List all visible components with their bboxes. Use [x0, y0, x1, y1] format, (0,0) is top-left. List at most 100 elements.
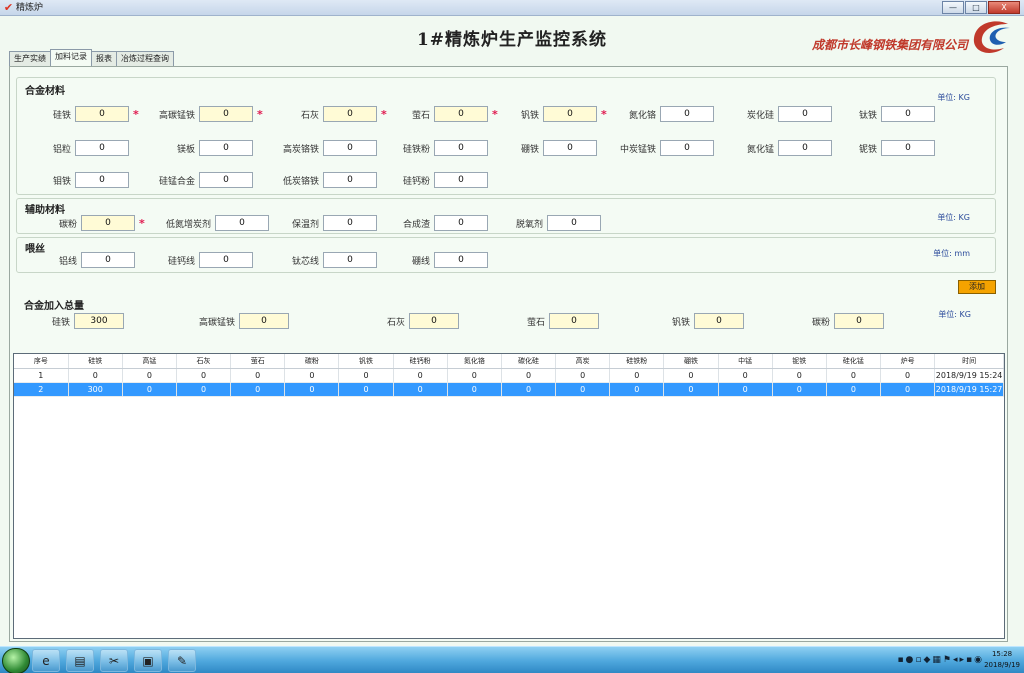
- field-label: 钒铁: [520, 110, 539, 121]
- field-label: 铝线: [58, 256, 77, 267]
- field-input[interactable]: 0: [434, 106, 488, 122]
- column-header[interactable]: 石灰: [176, 354, 232, 369]
- field-input[interactable]: 0: [199, 106, 253, 122]
- table-cell: 0: [284, 382, 340, 397]
- field-input[interactable]: 0: [323, 172, 377, 188]
- table-cell: 0: [393, 382, 448, 397]
- column-header[interactable]: 硅铁粉: [609, 354, 665, 369]
- field-label: 低氮增炭剂: [165, 219, 211, 230]
- field-input[interactable]: 0: [660, 140, 714, 156]
- field-4: 脱氧剂 0: [483, 215, 601, 231]
- clock[interactable]: 15:28 2018/9/19: [984, 649, 1020, 671]
- ie-icon[interactable]: e: [32, 649, 60, 672]
- field-input[interactable]: 0: [323, 140, 377, 156]
- field-input[interactable]: 0: [323, 252, 377, 268]
- folder-icon[interactable]: ▤: [66, 649, 94, 672]
- column-header[interactable]: 高锰: [122, 354, 177, 369]
- field-input[interactable]: 0: [75, 172, 129, 188]
- field-input[interactable]: 0: [434, 140, 488, 156]
- field-2: 保温剂 0: [259, 215, 377, 231]
- table-cell: 300: [68, 382, 123, 397]
- tab-feeding-record[interactable]: 加料记录: [50, 49, 92, 66]
- field-input[interactable]: 0: [323, 106, 377, 122]
- field-label: 脱氧剂: [515, 219, 543, 230]
- field-input[interactable]: 0: [543, 140, 597, 156]
- tab-production[interactable]: 生产实绩: [9, 51, 51, 67]
- column-header[interactable]: 硅钙粉: [393, 354, 448, 369]
- field-input[interactable]: 0: [543, 106, 597, 122]
- field-input[interactable]: 0: [881, 140, 935, 156]
- column-header[interactable]: 硼铁: [663, 354, 719, 369]
- field-1: 低氮增炭剂 0: [135, 215, 269, 231]
- table-cell: 0: [122, 382, 177, 397]
- table-row[interactable]: 2 300 0 0 0 0 0 0 0 0 0 0 0 0 0 0 0 2018/9/19 15:27: [14, 382, 1004, 397]
- field-0: 硅铁 0 *: [17, 106, 139, 122]
- records-table[interactable]: 序号 硅铁 高锰 石灰 萤石 碳粉 钒铁 硅钙粉 氮化铬 碳化硅 高炭 硅铁粉 硼铁 中锰 铌铁 硅化锰 炉号时…: [13, 353, 1005, 639]
- column-header[interactable]: 中锰: [718, 354, 773, 369]
- aux-unit: 单位: KG: [937, 213, 970, 222]
- field-input[interactable]: 0: [409, 313, 459, 329]
- system-tray-icons[interactable]: ▪●▫◆▦⚑◂▸▪◉: [897, 655, 984, 665]
- field-input[interactable]: 0: [323, 215, 377, 231]
- field-label: 硅铁: [51, 317, 70, 328]
- field-input[interactable]: 0: [199, 172, 253, 188]
- tab-report[interactable]: 报表: [91, 51, 117, 67]
- table-cell: 0: [718, 382, 773, 397]
- column-header[interactable]: 时间: [934, 354, 1004, 369]
- field-input[interactable]: 0: [660, 106, 714, 122]
- column-header[interactable]: 炉号: [880, 354, 936, 369]
- field-13: 中炭锰铁 0: [600, 140, 714, 156]
- field-input[interactable]: 0: [834, 313, 884, 329]
- field-17: 硅锰合金 0: [135, 172, 253, 188]
- field-input[interactable]: 0: [547, 215, 601, 231]
- column-header[interactable]: 萤石: [230, 354, 286, 369]
- column-header[interactable]: 硅化锰: [826, 354, 882, 369]
- maximize-button[interactable]: □: [965, 1, 987, 14]
- column-header[interactable]: 碳化硅: [501, 354, 557, 369]
- field-5: 碳粉 0: [776, 313, 884, 329]
- table-cell: 0: [230, 382, 286, 397]
- field-input[interactable]: 300: [74, 313, 124, 329]
- field-label: 高碳锰铁: [158, 110, 195, 121]
- column-header[interactable]: 碳粉: [284, 354, 340, 369]
- tab-smelting-query[interactable]: 冶炼过程查询: [116, 51, 174, 67]
- field-2: 钛芯线 0: [259, 252, 377, 268]
- table-cell: 0: [68, 368, 123, 383]
- field-input[interactable]: 0: [199, 140, 253, 156]
- field-input[interactable]: 0: [239, 313, 289, 329]
- field-input[interactable]: 0: [75, 140, 129, 156]
- field-input[interactable]: 0: [881, 106, 935, 122]
- start-orb-icon[interactable]: [2, 648, 30, 673]
- column-header[interactable]: 氮化铬: [447, 354, 502, 369]
- field-input[interactable]: 0: [81, 215, 135, 231]
- table-cell: 1: [14, 368, 69, 383]
- field-input[interactable]: 0: [549, 313, 599, 329]
- column-header[interactable]: 序号: [14, 354, 69, 369]
- field-input[interactable]: 0: [694, 313, 744, 329]
- minimize-button[interactable]: —: [942, 1, 964, 14]
- field-input[interactable]: 0: [434, 215, 488, 231]
- add-button[interactable]: 添加: [958, 280, 996, 294]
- field-input[interactable]: 0: [199, 252, 253, 268]
- paint-icon[interactable]: ✎: [168, 649, 196, 672]
- table-cell: 0: [447, 368, 502, 383]
- table-cell: 0: [880, 368, 936, 383]
- field-input[interactable]: 0: [75, 106, 129, 122]
- field-label: 高炭铬铁: [282, 144, 319, 155]
- field-label: 钛芯线: [291, 256, 319, 267]
- field-7: 钛铁 0: [817, 106, 935, 122]
- field-input[interactable]: 0: [434, 172, 488, 188]
- tool-icon[interactable]: ✂: [100, 649, 128, 672]
- field-label: 碳粉: [811, 317, 830, 328]
- column-header[interactable]: 钒铁: [338, 354, 394, 369]
- table-cell: 0: [609, 382, 665, 397]
- clock-date: 2018/9/19: [984, 661, 1020, 669]
- column-header[interactable]: 高炭: [555, 354, 611, 369]
- close-button[interactable]: X: [988, 1, 1020, 14]
- column-header[interactable]: 硅铁: [68, 354, 123, 369]
- column-header[interactable]: 铌铁: [772, 354, 827, 369]
- field-input[interactable]: 0: [81, 252, 135, 268]
- field-input[interactable]: 0: [434, 252, 488, 268]
- table-row[interactable]: 1 0 0 0 0 0 0 0 0 0 0 0 0 0 0 0 0 2018/9/19 15:24: [14, 368, 1004, 383]
- window-icon[interactable]: ▣: [134, 649, 162, 672]
